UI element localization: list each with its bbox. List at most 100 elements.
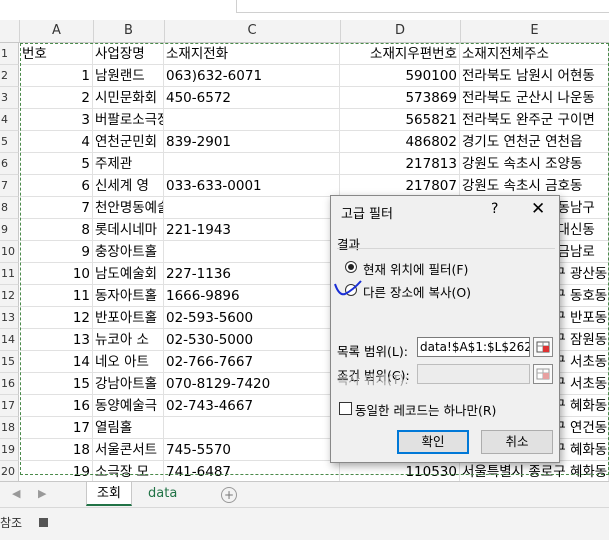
cell-postal-code[interactable]: 565821 bbox=[340, 109, 460, 131]
cell-phone[interactable] bbox=[164, 241, 340, 263]
cell-phone[interactable]: 070-8129-7420 bbox=[164, 373, 340, 395]
list-range-input[interactable]: data!$A$1:$L$2624 bbox=[417, 337, 530, 357]
radio-filter-in-place[interactable] bbox=[345, 261, 357, 273]
cell-number[interactable]: 7 bbox=[20, 197, 93, 219]
cell-number[interactable]: 5 bbox=[20, 153, 93, 175]
row-number[interactable]: 2 bbox=[0, 65, 19, 87]
add-sheet-icon[interactable]: + bbox=[221, 487, 237, 503]
cell-postal-code[interactable]: 486802 bbox=[340, 131, 460, 153]
cell-phone[interactable]: 745-5570 bbox=[164, 439, 340, 461]
row-number[interactable]: 20 bbox=[0, 461, 19, 483]
formula-bar[interactable] bbox=[236, 0, 609, 13]
help-icon[interactable]: ? bbox=[491, 201, 498, 217]
cell-number[interactable]: 3 bbox=[20, 109, 93, 131]
cell-number[interactable]: 17 bbox=[20, 417, 93, 439]
row-number[interactable]: 5 bbox=[0, 131, 19, 153]
cell-phone[interactable]: 450-6572 bbox=[164, 87, 340, 109]
cell-address[interactable]: 서울특별시 종로구 혜화동 bbox=[460, 461, 609, 483]
cell-phone[interactable]: 063)632-6071 bbox=[164, 65, 340, 87]
cell-number[interactable]: 10 bbox=[20, 263, 93, 285]
row-number[interactable]: 10 bbox=[0, 241, 19, 263]
row-number[interactable]: 13 bbox=[0, 307, 19, 329]
cell-phone[interactable]: 02-530-5000 bbox=[164, 329, 340, 351]
cell-number[interactable]: 2 bbox=[20, 87, 93, 109]
cell-number[interactable]: 18 bbox=[20, 439, 93, 461]
cell-phone[interactable]: 741-6487 bbox=[164, 461, 340, 483]
cell-number[interactable]: 14 bbox=[20, 351, 93, 373]
cell-business-name[interactable]: 남원랜드 bbox=[93, 65, 164, 87]
cell-address[interactable]: 강원도 속초시 조양동 bbox=[460, 153, 609, 175]
column-header-e[interactable]: E bbox=[460, 20, 609, 42]
cell-number[interactable]: 1 bbox=[20, 65, 93, 87]
unique-records-label[interactable]: 동일한 레코드는 하나만(R) bbox=[355, 400, 496, 419]
cell-phone[interactable] bbox=[164, 417, 340, 439]
cell-business-name[interactable]: 천안명동예술극장 bbox=[93, 197, 164, 219]
cell-business-name[interactable]: 시민문화회 bbox=[93, 87, 164, 109]
list-range-picker-icon[interactable] bbox=[533, 337, 553, 357]
column-header-d[interactable]: D bbox=[340, 20, 461, 42]
cell-phone[interactable] bbox=[164, 197, 340, 219]
cell-business-name[interactable]: 서울콘서트 bbox=[93, 439, 164, 461]
cancel-button[interactable]: 취소 bbox=[481, 430, 553, 454]
cell-number[interactable]: 11 bbox=[20, 285, 93, 307]
column-header-a[interactable]: A bbox=[20, 20, 94, 42]
radio-copy-to-location-label[interactable]: 다른 장소에 복사(O) bbox=[363, 282, 471, 301]
cell-address[interactable]: 경기도 연천군 연천읍 bbox=[460, 131, 609, 153]
cell-number[interactable]: 12 bbox=[20, 307, 93, 329]
cell-phone[interactable] bbox=[164, 153, 340, 175]
cell-address[interactable]: 강원도 속초시 금호동 bbox=[460, 175, 609, 197]
cell-business-name[interactable]: 강남아트홀 bbox=[93, 373, 164, 395]
column-header-c[interactable]: C bbox=[164, 20, 341, 42]
cell-address[interactable]: 전라북도 남원시 어현동 bbox=[460, 65, 609, 87]
row-number[interactable]: 12 bbox=[0, 285, 19, 307]
row-number[interactable]: 18 bbox=[0, 417, 19, 439]
unique-records-checkbox[interactable] bbox=[339, 402, 352, 415]
cell-number[interactable]: 9 bbox=[20, 241, 93, 263]
cell-business-name[interactable]: 열림홀 bbox=[93, 417, 164, 439]
cell-postal-code[interactable]: 217813 bbox=[340, 153, 460, 175]
row-number[interactable]: 9 bbox=[0, 219, 19, 241]
tab-scroll-left-icon[interactable]: ◀ bbox=[12, 487, 20, 500]
row-number[interactable]: 19 bbox=[0, 439, 19, 461]
sheet-tab-data[interactable]: data bbox=[138, 482, 187, 506]
row-number[interactable]: 8 bbox=[0, 197, 19, 219]
cell-postal-code[interactable]: 573869 bbox=[340, 87, 460, 109]
cell-business-name[interactable]: 롯데시네마 bbox=[93, 219, 164, 241]
cell-phone[interactable]: 1666-9896 bbox=[164, 285, 340, 307]
cell-postal-code[interactable]: 217807 bbox=[340, 175, 460, 197]
row-number[interactable]: 6 bbox=[0, 153, 19, 175]
cell-business-name[interactable]: 뉴코아 소 bbox=[93, 329, 164, 351]
cell-business-name[interactable]: 사업장명 bbox=[93, 43, 164, 65]
cell-address[interactable]: 전라북도 군산시 나운동 bbox=[460, 87, 609, 109]
cell-number[interactable]: 4 bbox=[20, 131, 93, 153]
cell-postal-code[interactable]: 110530 bbox=[340, 461, 460, 483]
cell-business-name[interactable]: 연천군민회 bbox=[93, 131, 164, 153]
radio-filter-in-place-label[interactable]: 현재 위치에 필터(F) bbox=[363, 259, 468, 278]
cell-address[interactable]: 소재지전체주소 bbox=[460, 43, 609, 65]
macro-record-icon[interactable] bbox=[39, 518, 48, 527]
row-number[interactable]: 14 bbox=[0, 329, 19, 351]
cell-phone[interactable]: 02-593-5600 bbox=[164, 307, 340, 329]
sheet-tab-jo-hoe[interactable]: 조회 bbox=[86, 482, 132, 506]
cell-business-name[interactable]: 남도예술회 bbox=[93, 263, 164, 285]
cell-phone[interactable]: 227-1136 bbox=[164, 263, 340, 285]
cell-number[interactable]: 19 bbox=[20, 461, 93, 483]
cell-address[interactable]: 전라북도 완주군 구이면 bbox=[460, 109, 609, 131]
cell-number[interactable]: 16 bbox=[20, 395, 93, 417]
cell-business-name[interactable]: 네오 아트 bbox=[93, 351, 164, 373]
row-number[interactable]: 17 bbox=[0, 395, 19, 417]
cell-postal-code[interactable]: 소재지우편번호 bbox=[340, 43, 460, 65]
cell-business-name[interactable]: 동양예술극 bbox=[93, 395, 164, 417]
cell-postal-code[interactable]: 590100 bbox=[340, 65, 460, 87]
cell-number[interactable]: 번호 bbox=[20, 43, 93, 65]
select-all-corner[interactable] bbox=[0, 20, 20, 42]
cell-phone[interactable]: 221-1943 bbox=[164, 219, 340, 241]
cell-business-name[interactable]: 반포아트홀 bbox=[93, 307, 164, 329]
cell-business-name[interactable]: 충장아트홀 bbox=[93, 241, 164, 263]
cell-number[interactable]: 13 bbox=[20, 329, 93, 351]
row-number[interactable]: 7 bbox=[0, 175, 19, 197]
row-number[interactable]: 11 bbox=[0, 263, 19, 285]
cell-phone[interactable]: 소재지전화 bbox=[164, 43, 340, 65]
cell-number[interactable]: 8 bbox=[20, 219, 93, 241]
column-header-b[interactable]: B bbox=[93, 20, 165, 42]
